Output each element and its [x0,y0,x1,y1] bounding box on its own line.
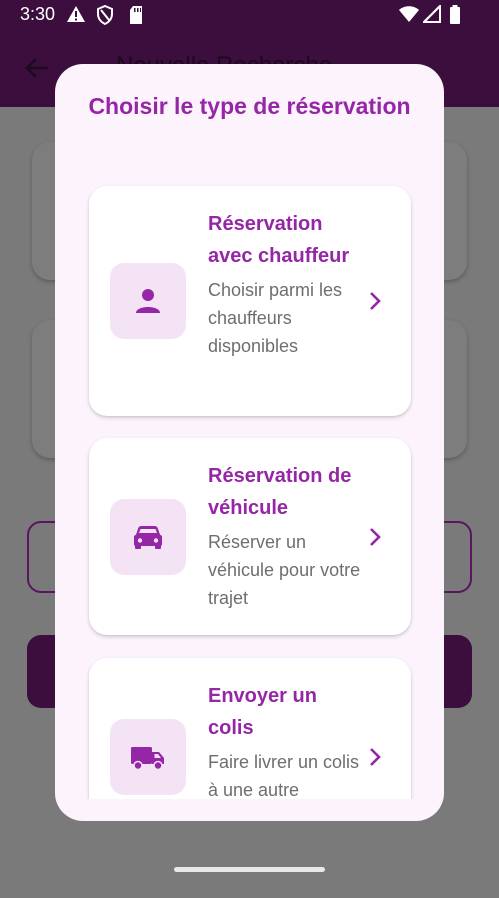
option-title: Envoyer un colis [208,685,317,739]
option-icon-tile [110,719,186,795]
option-text: Envoyer un colis Faire livrer un colis à… [208,680,368,799]
option-description: Faire livrer un colis à une autre [208,752,360,799]
option-description: Choisir parmi les chauffeurs disponibles [208,280,343,356]
truck-icon [131,747,164,771]
shield-icon [97,5,113,25]
chevron-right-icon [370,748,381,766]
option-title: Réservation de véhicule [208,465,352,519]
chevron-right-icon [370,528,381,546]
option-reservation-de-vehicule[interactable]: Réservation de véhicule Réserver un véhi… [89,438,411,635]
reservation-type-dialog: Choisir le type de réservation Réservati… [55,64,444,821]
option-text: Réservation de véhicule Réserver un véhi… [208,460,368,612]
option-text: Réservation avec chauffeur Choisir parmi… [208,208,368,360]
option-envoyer-un-colis[interactable]: Envoyer un colis Faire livrer un colis à… [89,658,411,799]
signal-icon [423,5,441,23]
option-description: Réserver un véhicule pour votre trajet [208,532,361,608]
status-time: 3:30 [20,4,56,24]
person-icon [136,289,160,313]
arrow-back-icon[interactable] [24,56,50,80]
option-reservation-avec-chauffeur[interactable]: Réservation avec chauffeur Choisir parmi… [89,186,411,416]
car-icon [134,526,162,549]
battery-icon [450,5,460,24]
option-icon-tile [110,263,186,339]
gesture-nav-handle[interactable] [174,867,325,872]
option-icon-tile [110,499,186,575]
dialog-title: Choisir le type de réservation [88,93,411,119]
sd-card-icon [130,6,142,24]
chevron-right-icon [370,292,381,310]
options-list[interactable]: Réservation avec chauffeur Choisir parmi… [55,164,444,799]
option-title: Réservation avec chauffeur [208,213,350,267]
status-bar: 3:30 [0,0,499,30]
wifi-icon [399,6,419,22]
warning-icon [67,6,85,22]
